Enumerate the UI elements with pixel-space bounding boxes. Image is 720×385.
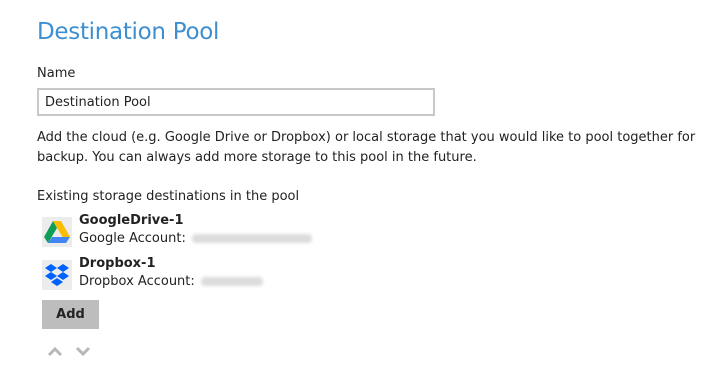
destination-item-googledrive[interactable]: GoogleDrive-1 Google Account: [42, 213, 342, 249]
move-up-button[interactable] [47, 344, 63, 358]
name-label: Name [37, 66, 76, 81]
existing-destinations-label: Existing storage destinations in the poo… [37, 189, 300, 204]
destination-item-dropbox[interactable]: Dropbox-1 Dropbox Account: [42, 256, 342, 292]
redacted-account [200, 277, 263, 286]
dropbox-icon [42, 260, 72, 290]
destination-name: Dropbox-1 [79, 256, 156, 271]
destination-account: Google Account: [79, 231, 312, 246]
destination-account: Dropbox Account: [79, 274, 263, 289]
description-text: Add the cloud (e.g. Google Drive or Drop… [37, 130, 696, 165]
account-label: Dropbox Account: [79, 274, 195, 289]
account-label: Google Account: [79, 231, 186, 246]
redacted-account [191, 234, 312, 243]
destination-name: GoogleDrive-1 [79, 213, 184, 228]
chevron-down-icon [75, 346, 91, 357]
move-down-button[interactable] [75, 344, 91, 358]
add-button[interactable]: Add [42, 300, 99, 329]
google-drive-icon [42, 217, 72, 247]
chevron-up-icon [47, 346, 63, 357]
name-input[interactable] [37, 88, 435, 116]
page-title: Destination Pool [37, 19, 220, 45]
